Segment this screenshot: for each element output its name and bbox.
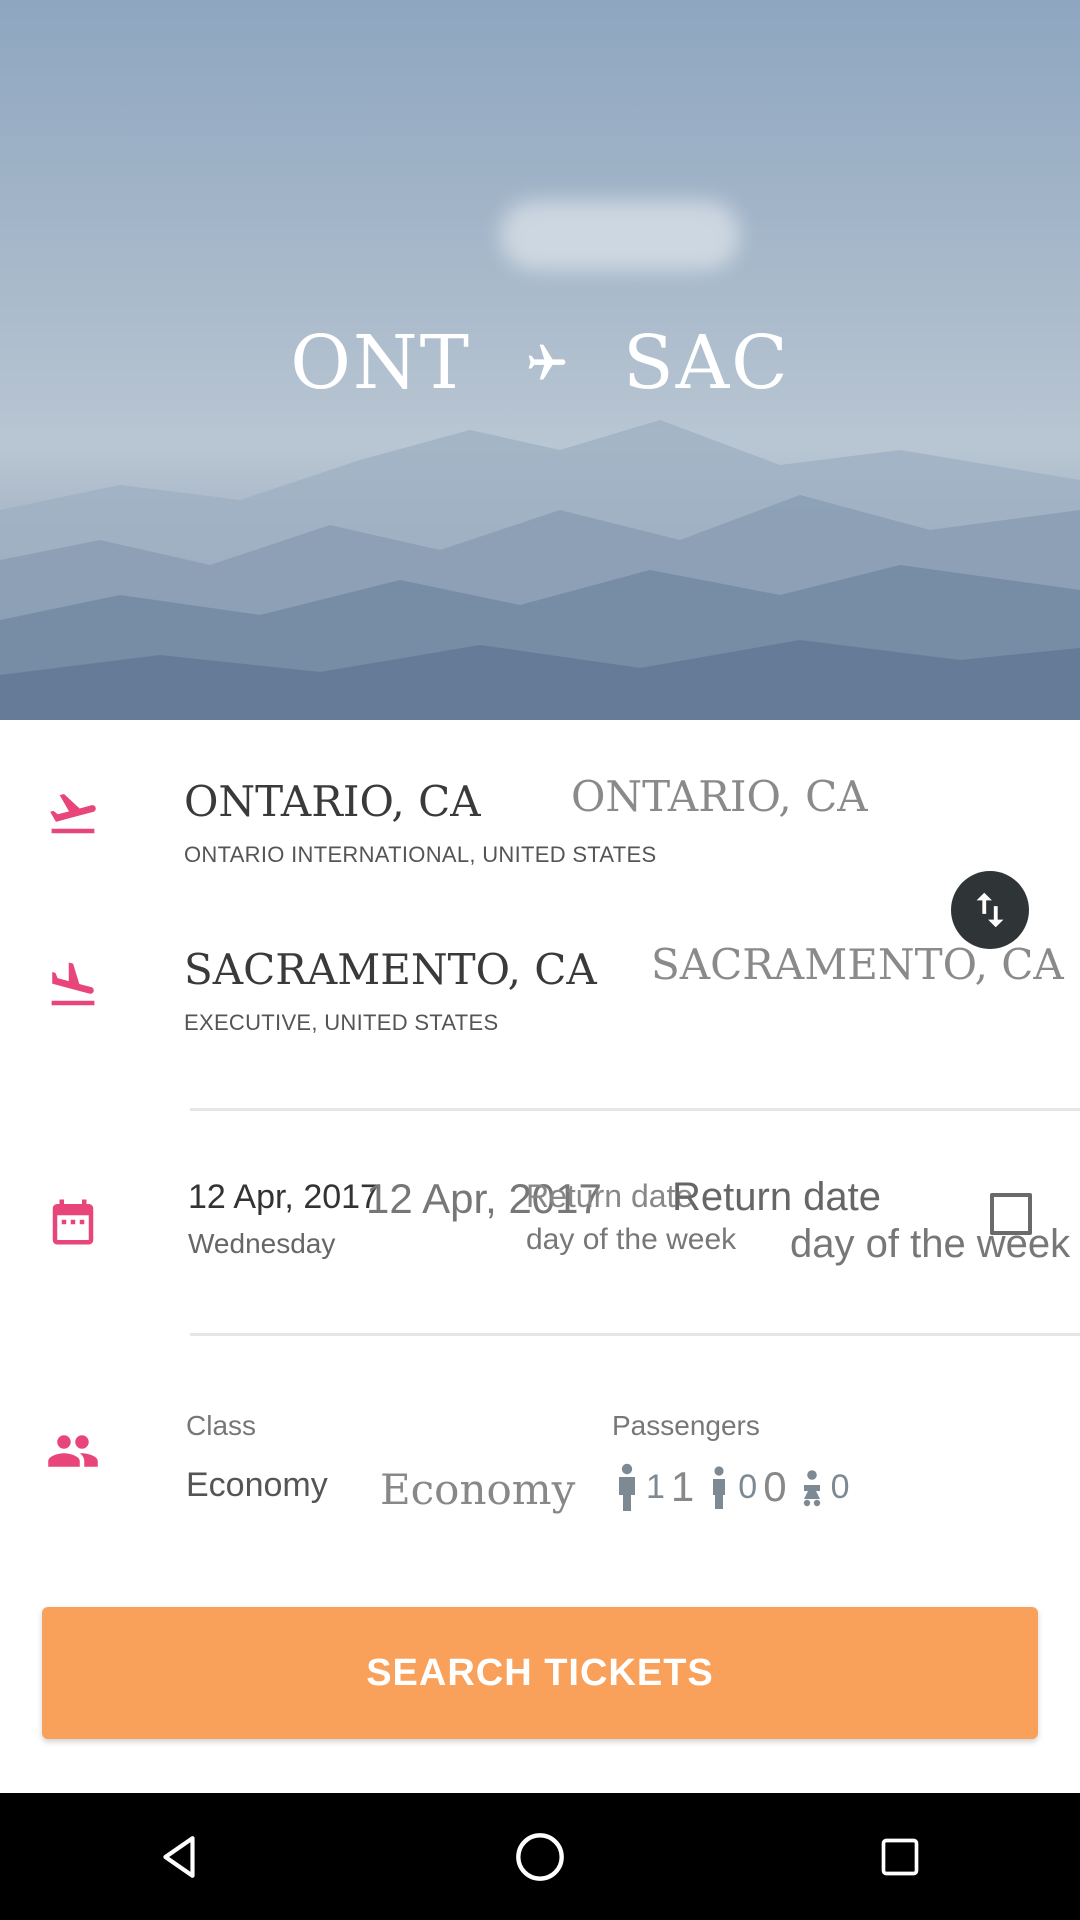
divider: [190, 1333, 1080, 1336]
class-value-overlay: Economy: [380, 1465, 576, 1514]
destination-city-overlay: SACRAMENTO, CA: [651, 940, 1064, 989]
destination-airport: EXECUTIVE, UNITED STATES: [184, 1010, 499, 1035]
return-checkbox[interactable]: [990, 1193, 1032, 1235]
people-icon: [48, 1435, 98, 1467]
return-date-label[interactable]: Return date: [526, 1178, 693, 1215]
origin-airport: ONTARIO INTERNATIONAL, UNITED STATES: [184, 842, 657, 867]
class-label: Class: [186, 1410, 257, 1441]
child-icon: [713, 1466, 726, 1509]
swap-vertical-icon: [976, 892, 1004, 928]
mountains-illustration: [0, 420, 1080, 720]
calendar-icon: [52, 1199, 94, 1245]
infants-count: 0: [830, 1467, 850, 1506]
adults-count: 1: [646, 1467, 665, 1506]
depart-date[interactable]: 12 Apr, 2017: [188, 1178, 379, 1217]
search-tickets-button[interactable]: SEARCH TICKETS: [42, 1607, 1038, 1739]
return-day-label: day of the week: [526, 1223, 737, 1256]
depart-day: Wednesday: [188, 1228, 336, 1259]
passengers-label: Passengers: [612, 1410, 760, 1441]
infant-icon: [803, 1470, 820, 1507]
passenger-counts[interactable]: 1 1 0 0 0: [612, 1462, 855, 1512]
back-triangle-icon: [163, 1835, 195, 1878]
flight-takeoff-icon: [50, 794, 96, 834]
back-button[interactable]: [150, 1827, 210, 1887]
home-button[interactable]: [510, 1827, 570, 1887]
home-circle-icon: [516, 1832, 564, 1881]
route-header: ONT SAC: [0, 318, 1080, 408]
recents-button[interactable]: [870, 1827, 930, 1887]
children-count-overlay: 0: [763, 1463, 787, 1510]
class-value[interactable]: Economy: [186, 1466, 328, 1505]
origin-city-overlay: ONTARIO, CA: [571, 772, 868, 821]
system-nav-bar: [0, 1793, 1080, 1920]
return-date-overlay: Return date: [672, 1175, 882, 1219]
adults-count-overlay: 1: [670, 1463, 695, 1510]
flight-land-icon: [51, 962, 95, 1006]
children-count: 0: [738, 1467, 758, 1506]
destination-city[interactable]: SACRAMENTO, CA: [184, 945, 597, 994]
hero-banner: ONT SAC: [0, 0, 1080, 720]
cloud: [500, 200, 740, 270]
adult-icon: [619, 1463, 635, 1511]
recents-square-icon: [881, 1838, 919, 1875]
origin-code: ONT: [290, 320, 471, 406]
divider: [190, 1108, 1080, 1111]
destination-code: SAC: [623, 320, 790, 406]
swap-button[interactable]: [951, 871, 1029, 949]
origin-city[interactable]: ONTARIO, CA: [184, 777, 481, 826]
airplane-icon: [528, 344, 566, 380]
